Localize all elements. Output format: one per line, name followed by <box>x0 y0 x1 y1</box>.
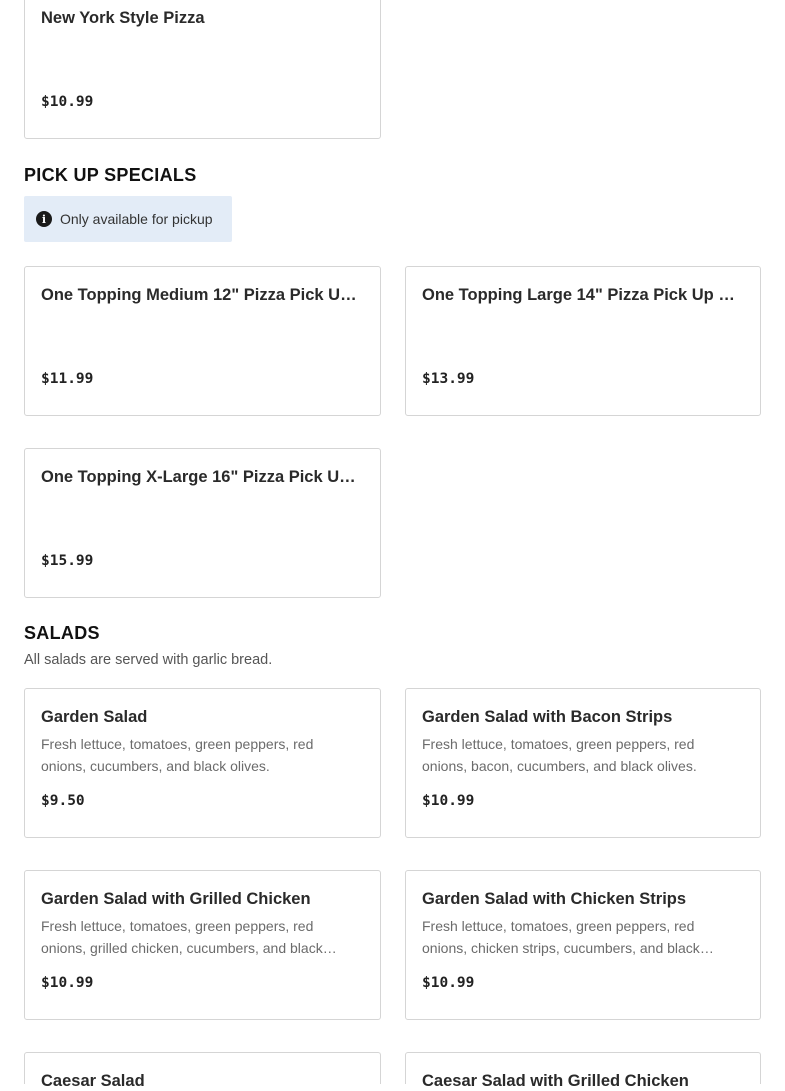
menu-item-name: One Topping X-Large 16" Pizza Pick Up Sp… <box>41 468 364 486</box>
menu-item-card[interactable]: One Topping Medium 12" Pizza Pick Up Spe… <box>24 266 381 416</box>
section-title-pickup-specials: PICK UP SPECIALS <box>24 165 197 185</box>
menu-item-description: Fresh lettuce, tomatoes, green peppers, … <box>41 736 314 774</box>
menu-item-card[interactable]: Garden Salad with Bacon Strips Fresh let… <box>405 688 761 838</box>
menu-item-name: Garden Salad with Grilled Chicken <box>41 890 311 908</box>
menu-item-price: $15.99 <box>41 553 94 569</box>
menu-item-name: Caesar Salad with Grilled Chicken <box>422 1072 689 1090</box>
menu-item-card[interactable]: Garden Salad with Chicken Strips Fresh l… <box>405 870 761 1020</box>
menu-item-price: $13.99 <box>422 371 475 387</box>
menu-item-description: Fresh lettuce, tomatoes, green peppers, … <box>41 918 323 956</box>
menu-item-name: One Topping Large 14" Pizza Pick Up Spec… <box>422 286 744 304</box>
info-icon: i <box>36 211 52 227</box>
menu-item-name: Garden Salad with Chicken Strips <box>422 890 687 908</box>
menu-item-price: $9.50 <box>41 793 85 809</box>
menu-item-card[interactable]: New York Style Pizza $10.99 <box>24 0 381 139</box>
menu-item-description: Fresh lettuce, tomatoes, green peppers, … <box>422 918 700 956</box>
menu-item-price: $10.99 <box>422 975 475 991</box>
section-description: All salads are served with garlic bread. <box>24 652 273 668</box>
menu-item-name: Garden Salad <box>41 708 148 726</box>
menu-item-card[interactable]: One Topping Large 14" Pizza Pick Up Spec… <box>405 266 761 416</box>
pickup-notice-text: Only available for pickup <box>60 211 213 227</box>
menu-item-card[interactable]: Garden Salad with Grilled Chicken Fresh … <box>24 870 381 1020</box>
menu-item-price: $10.99 <box>41 94 94 110</box>
menu-item-name: Caesar Salad <box>41 1072 145 1090</box>
menu-item-price: $11.99 <box>41 371 94 387</box>
menu-item-card[interactable]: One Topping X-Large 16" Pizza Pick Up Sp… <box>24 448 381 598</box>
menu-item-card[interactable]: Garden Salad Fresh lettuce, tomatoes, gr… <box>24 688 381 838</box>
section-title-salads: SALADS <box>24 623 100 643</box>
menu-item-name: One Topping Medium 12" Pizza Pick Up Spe… <box>41 286 364 304</box>
menu-item-price: $10.99 <box>41 975 94 991</box>
pickup-notice-banner: i Only available for pickup <box>24 196 232 242</box>
menu-item-card[interactable]: Caesar Salad with Grilled Chicken <box>405 1052 761 1090</box>
menu-item-name: Garden Salad with Bacon Strips <box>422 708 673 726</box>
menu-item-name: New York Style Pizza <box>41 9 205 27</box>
menu-item-card[interactable]: Caesar Salad <box>24 1052 381 1090</box>
menu-item-price: $10.99 <box>422 793 475 809</box>
menu-item-description: Fresh lettuce, tomatoes, green peppers, … <box>422 736 697 774</box>
